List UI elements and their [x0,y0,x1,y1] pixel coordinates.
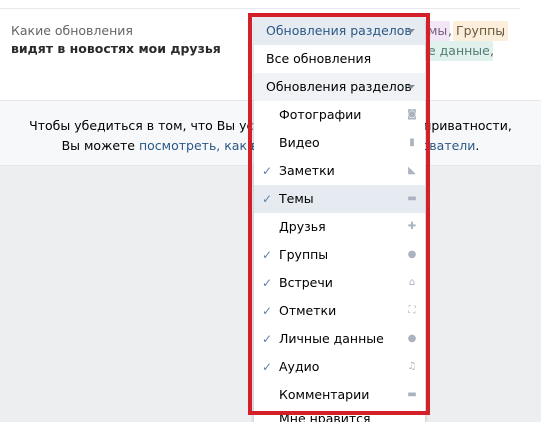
info-line2-end: . [475,138,480,153]
checkmark-icon: ✓ [262,164,273,178]
setting-label-line2: видят в новостях мои друзья [11,41,221,56]
section-option[interactable]: Друзья ✚ [254,213,425,241]
section-option[interactable]: ✓ Аудио ♫ [254,353,425,381]
section-option-label: Видео [279,135,320,150]
plus-icon: ✚ [407,221,417,232]
section-option[interactable]: ✓ Личные данные ● [254,325,425,353]
section-option-label: Комментарии [279,387,370,402]
camera-icon: ◙ [407,109,417,120]
checkmark-icon: ✓ [262,360,273,374]
section-option-label: Личные данные [279,331,384,346]
divider [0,8,520,9]
section-option[interactable]: ✓ Темы ▬ [254,185,425,213]
person-icon: ● [407,333,417,344]
view-as-link-end[interactable]: ователи [422,138,476,153]
option-section-updates-label: Обновления разделов [266,79,412,94]
section-option[interactable]: ✓ Группы ● [254,241,425,269]
chevron-down-icon [407,85,415,89]
section-option[interactable]: ✓ Отметки ⛶ [254,297,425,325]
info-line2-start: Вы можете [61,138,139,153]
speech-bubble-icon: ▬ [407,193,417,204]
people-icon: ● [407,249,417,260]
tag-separator: , [501,23,505,38]
info-line1: Чтобы убедиться в том, что Вы устано [29,118,285,133]
option-section-updates[interactable]: Обновления разделов [254,73,425,101]
tag-topics[interactable]: мы [425,21,451,41]
section-option-label: Заметки [279,163,335,178]
frame-icon: ⛶ [408,305,416,316]
dropdown-selected-value[interactable]: Обновления разделов [254,17,425,45]
section-option[interactable]: Фотографии ◙ [254,101,425,129]
section-option-label: Встречи [279,275,333,290]
option-likes[interactable]: Мне нравится [254,409,425,422]
note-icon: ◣ [408,165,416,176]
checkmark-icon: ✓ [262,276,273,290]
section-options-list: Фотографии ◙ Видео ▮ ✓ Заметки ◣ ✓ Темы ▬ Друзья ✚ ✓… [254,101,425,409]
tag-separator: , [448,23,452,38]
chevron-down-icon [407,29,415,33]
section-option[interactable]: Видео ▮ [254,129,425,157]
section-option-label: Группы [279,247,329,262]
music-note-icon: ♫ [407,361,417,372]
section-option-label: Друзья [279,219,326,234]
section-option-label: Фотографии [279,107,362,122]
info-line1-end: приватности, [423,118,512,133]
news-updates-dropdown[interactable]: Обновления разделов Все обновления Обнов… [254,17,425,422]
section-option[interactable]: Комментарии ▬ [254,381,425,409]
checkmark-icon: ✓ [262,304,273,318]
section-option-label: Темы [279,191,314,206]
dropdown-selected-label: Обновления разделов [266,23,412,38]
section-option[interactable]: ✓ Встречи ⌂ [254,269,425,297]
checkmark-icon: ✓ [262,192,273,206]
comment-icon: ▬ [407,389,417,400]
house-icon: ⌂ [408,277,416,288]
section-option-label: Аудио [279,359,320,374]
checkmark-icon: ✓ [262,332,273,346]
section-option-label: Отметки [279,303,337,318]
tag-separator: , [490,43,494,58]
setting-label-line1: Какие обновления [11,23,133,38]
setting-label: Какие обновления видят в новостях мои др… [11,22,221,58]
option-all-updates[interactable]: Все обновления [254,45,425,73]
film-icon: ▮ [409,137,415,148]
checkmark-icon: ✓ [262,248,273,262]
section-option[interactable]: ✓ Заметки ◣ [254,157,425,185]
tag-personal-data[interactable]: е данные [425,41,493,61]
tag-groups[interactable]: Группы [453,21,509,41]
